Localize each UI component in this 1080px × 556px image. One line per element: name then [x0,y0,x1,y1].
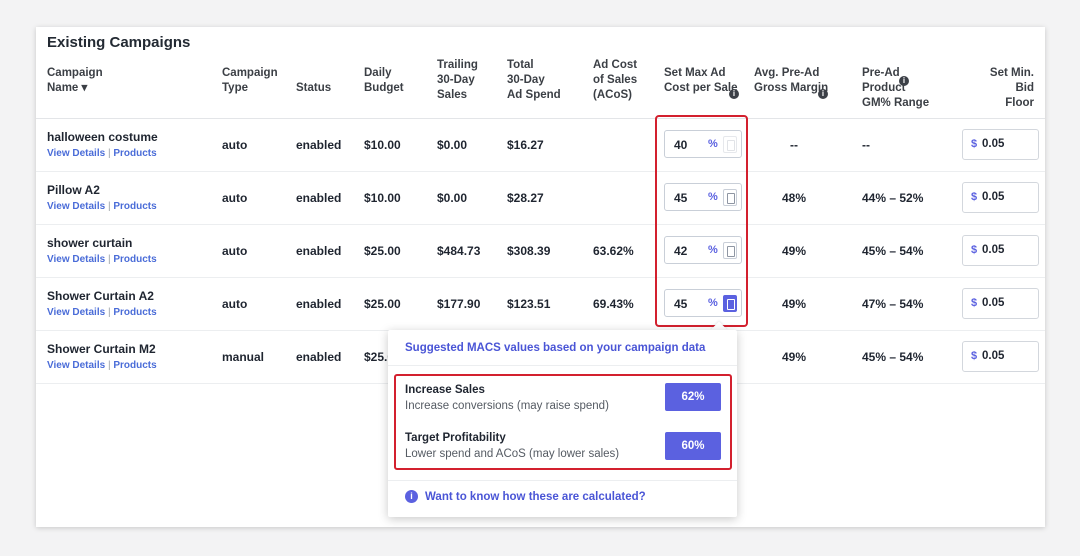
avg-gross-margin: 49% [781,297,807,311]
header-daily-budget: Daily Budget [364,67,404,94]
header-trailing-sales: Trailing 30-Day Sales [437,59,478,101]
campaign-type: auto [222,138,248,152]
gm-range: 45% – 54% [862,350,924,364]
suggestion-target-profitability: Target Profitability Lower spend and ACo… [405,432,620,460]
total-ad-spend: $16.27 [507,138,544,152]
campaign-name: Shower Curtain M2 [47,342,156,356]
campaign-type: auto [222,297,248,311]
total-ad-spend: $123.51 [507,297,551,311]
gm-range-info-icon[interactable]: i [899,70,909,88]
trailing-sales: $0.00 [437,191,468,205]
section-title: Existing Campaigns [47,34,191,51]
products-link[interactable]: Products [113,254,156,265]
acos-value: 69.43% [593,297,634,311]
gm-range: 45% – 54% [862,244,924,258]
daily-budget: $25.00 [364,297,401,311]
daily-budget: $10.00 [364,138,401,152]
trailing-sales: $0.00 [437,138,468,152]
macs-info-icon[interactable]: i [729,83,739,101]
gm-range: 44% – 52% [862,191,924,205]
margin-info-icon[interactable]: i [818,83,828,101]
table-row: Shower Curtain A2 View Details | Product… [36,278,1045,331]
target-profitability-value-button[interactable]: 60% [665,432,721,460]
header-acos: Ad Cost of Sales (ACoS) [593,59,638,101]
campaign-status: enabled [296,350,342,364]
min-bid-floor-input[interactable]: $ 0.05 [962,235,1039,266]
existing-campaigns-card: Existing Campaigns Campaign Name ▾ Campa… [36,27,1045,527]
suggested-macs-popover: Suggested MACS values based on your camp… [388,330,737,517]
table-row: Pillow A2 View Details | Products auto e… [36,172,1045,225]
total-ad-spend: $308.39 [507,244,551,258]
campaign-status: enabled [296,191,342,205]
header-gm-range: Pre-Ad Product GM% Range [862,67,930,109]
view-details-link[interactable]: View Details [47,148,105,159]
avg-gross-margin: 48% [781,191,807,205]
products-link[interactable]: Products [113,360,156,371]
campaign-name: Shower Curtain A2 [47,289,154,303]
increase-sales-value-button[interactable]: 62% [665,383,721,411]
header-campaign-type: Campaign Type [222,67,278,94]
avg-gross-margin: 49% [781,350,807,364]
info-icon: i [405,490,418,503]
campaign-type: manual [222,350,265,364]
trailing-sales: $177.90 [437,297,481,311]
min-bid-floor-input[interactable]: $ 0.05 [962,288,1039,319]
how-calculated-link[interactable]: i Want to know how these are calculated? [405,490,646,503]
header-campaign-name[interactable]: Campaign Name ▾ [47,66,103,96]
view-details-link[interactable]: View Details [47,254,105,265]
trailing-sales: $484.73 [437,244,481,258]
suggestion-increase-sales: Increase Sales Increase conversions (may… [405,384,609,412]
min-bid-floor-input[interactable]: $ 0.05 [962,341,1039,372]
campaign-status: enabled [296,138,342,152]
campaign-name: Pillow A2 [47,183,100,197]
campaign-name: halloween costume [47,130,158,144]
header-min-bid-floor: Set Min. Bid Floor [989,67,1034,109]
min-bid-floor-input[interactable]: $ 0.05 [962,182,1039,213]
popover-divider [388,480,737,481]
view-details-link[interactable]: View Details [47,360,105,371]
header-status: Status [296,82,332,94]
macs-column-highlight [655,115,748,327]
campaign-type: auto [222,191,248,205]
daily-budget: $25.00 [364,244,401,258]
header-set-macs: Set Max Ad Cost per Sale [664,67,738,94]
gm-range: 47% – 54% [862,297,924,311]
products-link[interactable]: Products [113,148,156,159]
min-bid-floor-input[interactable]: $ 0.05 [962,129,1039,160]
table-row: shower curtain View Details | Products a… [36,225,1045,278]
view-details-link[interactable]: View Details [47,307,105,318]
daily-budget: $10.00 [364,191,401,205]
acos-value: 63.62% [593,244,634,258]
view-details-link[interactable]: View Details [47,201,105,212]
campaign-status: enabled [296,297,342,311]
total-ad-spend: $28.27 [507,191,544,205]
avg-gross-margin: -- [790,138,798,152]
header-total-ad-spend: Total 30-Day Ad Spend [507,59,561,101]
popover-divider [388,365,737,366]
campaign-name: shower curtain [47,236,133,250]
campaign-type: auto [222,244,248,258]
products-link[interactable]: Products [113,201,156,212]
gm-range: -- [862,138,870,152]
table-row: halloween costume View Details | Product… [36,119,1045,172]
avg-gross-margin: 49% [781,244,807,258]
products-link[interactable]: Products [113,307,156,318]
popover-heading: Suggested MACS values based on your camp… [405,342,706,354]
campaign-status: enabled [296,244,342,258]
